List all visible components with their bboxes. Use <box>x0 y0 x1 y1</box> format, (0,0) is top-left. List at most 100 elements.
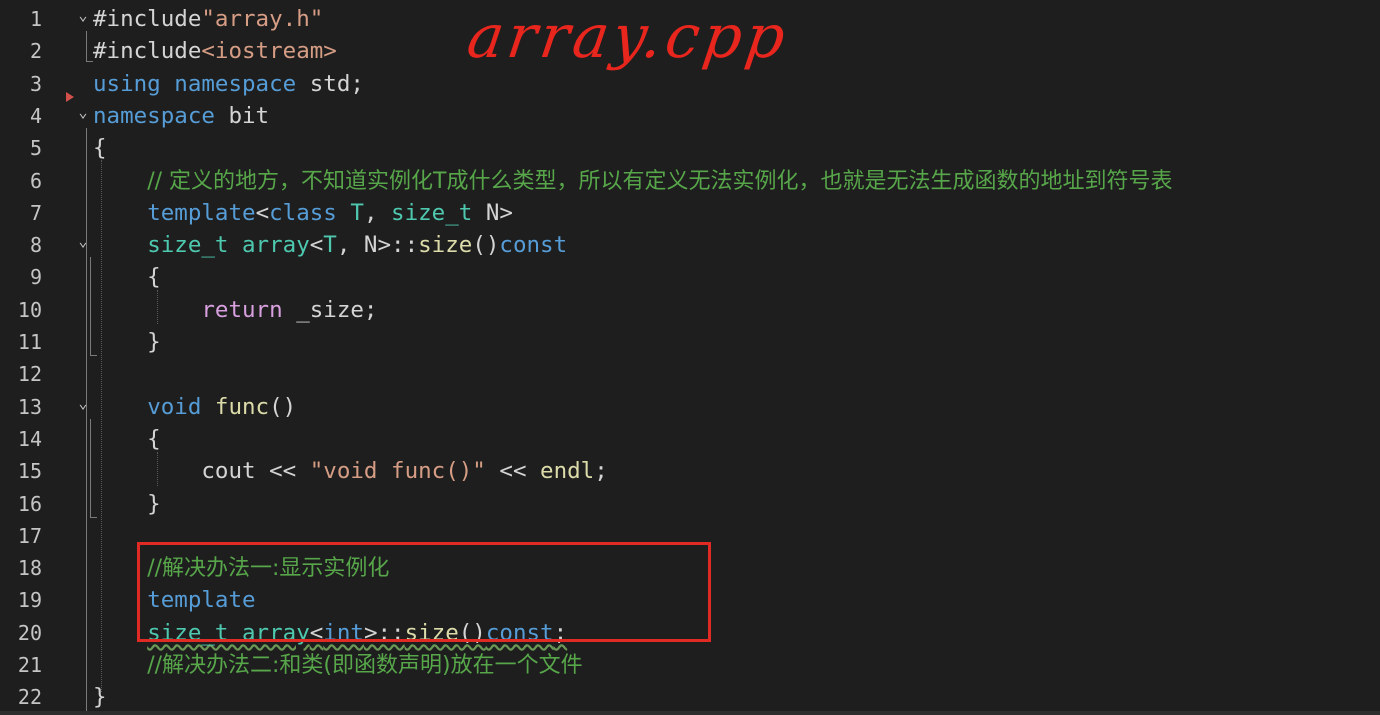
code-token: size_t <box>391 199 473 226</box>
code-text[interactable]: } <box>93 681 107 713</box>
code-line[interactable]: 6 // 定义的地方，不知道实例化T成什么类型，所以有定义无法实例化，也就是无法… <box>0 165 1380 197</box>
code-text[interactable]: template<class T, size_t N> <box>93 197 513 229</box>
fold-chevron-icon[interactable]: ⌄ <box>76 0 90 31</box>
code-token: T <box>323 232 337 259</box>
code-text[interactable]: cout << "void func()" << endl; <box>93 455 608 487</box>
code-token: size_t <box>147 232 229 259</box>
code-token: array <box>242 232 310 259</box>
code-text[interactable]: #include<iostream> <box>93 35 337 67</box>
line-number: 16 <box>17 491 42 516</box>
code-token: () <box>472 232 500 259</box>
code-token: < <box>309 232 324 259</box>
code-token: "void func()" <box>309 458 486 485</box>
code-text[interactable]: using namespace std; <box>93 68 364 100</box>
code-line[interactable]: 4 ⌄ namespace bit <box>0 100 1380 132</box>
fold-chevron-icon[interactable]: ⌄ <box>76 96 90 128</box>
code-line[interactable]: 14 { <box>0 423 1380 455</box>
code-token: { <box>93 264 161 291</box>
line-number: 11 <box>17 330 42 354</box>
code-line[interactable]: 5{ <box>0 132 1380 164</box>
code-text[interactable]: size_t array<T, N>::size()const <box>93 229 567 261</box>
line-number: 6 <box>29 168 42 193</box>
code-token: <iostream> <box>201 38 337 65</box>
code-token: _size; <box>282 296 378 323</box>
code-line[interactable]: 16 } <box>0 488 1380 520</box>
line-number: 10 <box>17 297 42 322</box>
size-func-scope-line <box>90 257 91 355</box>
code-token: namespace <box>174 70 297 97</box>
code-token: ; <box>594 458 608 485</box>
line-number: 22 <box>17 685 42 710</box>
line-number: 19 <box>17 588 42 613</box>
code-token: () <box>269 393 297 420</box>
code-editor[interactable]: 1 ⌄ #include"array.h" 2 #include<iostream> 3 u… <box>0 0 1380 715</box>
code-text[interactable]: namespace bit <box>93 100 269 132</box>
code-line[interactable]: 15 cout << "void func()" << endl; <box>0 455 1380 487</box>
code-token: , N>:: <box>336 232 419 259</box>
code-text[interactable]: } <box>93 326 161 358</box>
code-line[interactable]: 12 <box>0 358 1380 390</box>
code-line[interactable]: 11 } <box>0 326 1380 358</box>
code-token: "array.h" <box>201 6 324 32</box>
code-text[interactable]: } <box>93 488 161 520</box>
indent-guide-3 <box>157 452 158 486</box>
code-line[interactable]: 21 //解决办法二:和类(即函数声明)放在一个文件 <box>0 649 1380 681</box>
code-token: << <box>485 458 541 485</box>
fold-chevron-icon[interactable]: ⌄ <box>76 387 90 419</box>
code-line[interactable]: 9 { <box>0 261 1380 293</box>
code-token: { <box>93 425 161 452</box>
line-number: 2 <box>29 39 42 64</box>
code-token: //解决办法二:和类(即函数声明)放在一个文件 <box>147 653 583 678</box>
code-token: void <box>147 393 202 420</box>
code-token: const <box>499 232 568 259</box>
code-token: } <box>93 684 107 711</box>
code-token: template <box>147 199 256 226</box>
line-number: 7 <box>29 200 42 225</box>
code-text[interactable]: // 定义的地方，不知道实例化T成什么类型，所以有定义无法实例化，也就是无法生成… <box>93 165 1172 198</box>
code-text[interactable]: { <box>93 261 161 293</box>
code-text[interactable]: #include"array.h" <box>93 3 323 35</box>
line-number: 21 <box>17 653 42 677</box>
handwritten-filename-annotation: array.cpp <box>463 2 794 72</box>
code-text[interactable]: { <box>93 423 161 455</box>
code-token: size <box>418 232 473 259</box>
code-line[interactable]: 3 using namespace std; <box>0 68 1380 100</box>
breakpoint-marker-icon[interactable] <box>66 92 74 102</box>
func-scope-line <box>90 419 91 517</box>
code-text[interactable]: void func() <box>93 391 296 423</box>
code-token: } <box>93 490 161 517</box>
code-line[interactable]: 10 return _size; <box>0 294 1380 326</box>
line-number: 18 <box>17 556 42 581</box>
size-func-scope-tick <box>90 355 97 356</box>
code-line[interactable]: 8 ⌄ size_t array<T, N>::size()const <box>0 229 1380 261</box>
code-token: T <box>350 199 364 226</box>
code-line[interactable]: 7 template<class T, size_t N> <box>0 197 1380 229</box>
code-token: #include <box>93 38 202 65</box>
fold-chevron-icon[interactable]: ⌄ <box>76 225 90 257</box>
code-line[interactable]: 22} <box>0 681 1380 713</box>
line-number: 3 <box>29 71 42 96</box>
code-token: #include <box>93 6 202 32</box>
line-number: 4 <box>29 103 42 128</box>
line-number: 9 <box>29 265 42 290</box>
code-token: , <box>363 199 392 226</box>
code-line[interactable]: 13 ⌄ void func() <box>0 391 1380 423</box>
include-scope-tick <box>86 61 93 62</box>
line-number: 15 <box>17 459 42 484</box>
include-scope-line <box>86 31 87 61</box>
explicit-instantiation-highlight-box <box>137 542 711 642</box>
code-text[interactable]: { <box>93 132 107 164</box>
code-text[interactable]: return _size; <box>93 294 377 326</box>
namespace-scope-line <box>86 128 87 712</box>
code-text[interactable]: //解决办法二:和类(即函数声明)放在一个文件 <box>93 649 583 682</box>
code-token: < <box>255 199 270 226</box>
code-token: bit <box>214 102 270 129</box>
code-token: namespace <box>93 102 215 129</box>
code-token: { <box>93 135 107 162</box>
code-token: class <box>269 199 337 226</box>
code-token: endl <box>540 458 595 485</box>
